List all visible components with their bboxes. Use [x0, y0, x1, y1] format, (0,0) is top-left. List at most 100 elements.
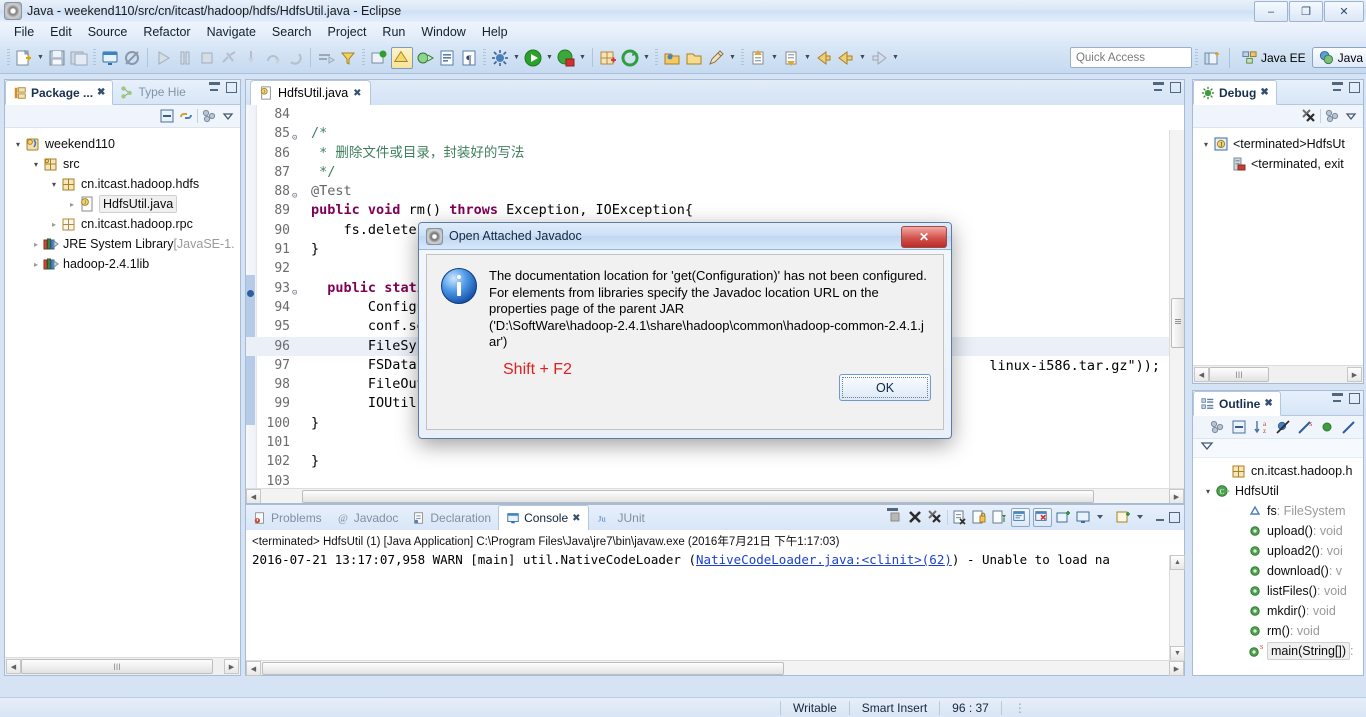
open-folder-icon[interactable]	[684, 48, 704, 68]
external-tools-dropdown-icon[interactable]: ▼	[577, 48, 588, 68]
collapse-arrow-icon[interactable]	[1199, 140, 1213, 149]
console-toggle-icon[interactable]	[100, 48, 120, 68]
forward-back-icon[interactable]	[836, 48, 856, 68]
tree-item[interactable]: fs : FileSystem	[1193, 501, 1363, 521]
package-explorer-tree[interactable]: weekend110 srccn.itcast.hadoop.hdfs J HdfsU…	[5, 128, 240, 274]
editor-vertical-scrollbar[interactable]	[1169, 130, 1184, 489]
editor-horizontal-scrollbar[interactable]: ◀ ▶	[246, 488, 1184, 503]
menu-navigate[interactable]: Navigate	[199, 23, 264, 41]
back-dropdown-icon[interactable]: ▼	[857, 48, 868, 68]
console-dropdown-2-icon[interactable]	[1135, 509, 1152, 526]
maximize-debug-icon[interactable]	[1349, 82, 1360, 93]
code-line[interactable]: 89 public void rm() throws Exception, IOE…	[246, 201, 1170, 220]
open-type-icon[interactable]	[415, 48, 435, 68]
previous-annotation-icon[interactable]	[748, 48, 768, 68]
tab-type-hierarchy[interactable]: Type Hie	[113, 81, 192, 104]
new-wizard-icon[interactable]	[14, 48, 34, 68]
forward-dropdown-icon[interactable]: ▼	[890, 48, 901, 68]
debug-tree[interactable]: J <terminated>HdfsUt <terminated, exit	[1193, 128, 1363, 174]
collapse-all-icon[interactable]	[159, 108, 175, 124]
pin-console-icon[interactable]	[991, 509, 1008, 526]
package-explorer-hscrollbar[interactable]: ◀ III ▶	[5, 657, 240, 675]
menu-refactor[interactable]: Refactor	[135, 23, 198, 41]
outline-tree[interactable]: cn.itcast.hadoop.h C HdfsUtil fs : FileSyst…	[1193, 458, 1363, 661]
open-task-icon[interactable]	[437, 48, 457, 68]
menu-file[interactable]: File	[6, 23, 42, 41]
console-dropdown-1-icon[interactable]	[1095, 509, 1112, 526]
search-icon[interactable]	[338, 48, 358, 68]
edit-pencil-icon[interactable]	[706, 48, 726, 68]
scroll-right-icon[interactable]: ▶	[224, 659, 239, 674]
run-icon[interactable]	[523, 48, 543, 68]
expand-arrow-icon[interactable]	[47, 220, 61, 229]
menu-source[interactable]: Source	[80, 23, 136, 41]
new-console-view-icon[interactable]	[1115, 509, 1132, 526]
console-tab-junit[interactable]: Ju JUnit	[589, 506, 652, 530]
maximize-outline-icon[interactable]	[1349, 393, 1360, 404]
toggle-mark-occurrences-icon[interactable]	[316, 48, 336, 68]
save-all-icon[interactable]	[69, 48, 89, 68]
tree-item[interactable]: <terminated, exit	[1193, 154, 1363, 174]
display-selected-console-icon[interactable]	[1075, 509, 1092, 526]
expand-arrow-icon[interactable]	[29, 260, 43, 269]
console-vertical-scrollbar[interactable]: ▲ ▼	[1169, 555, 1185, 661]
editor-scroll-left-icon[interactable]: ◀	[246, 489, 261, 503]
remove-all-terminated-icon[interactable]	[1301, 108, 1317, 124]
menu-help[interactable]: Help	[474, 23, 516, 41]
fold-toggle-icon[interactable]: ⊝	[292, 284, 301, 298]
toolbar-grip-6[interactable]	[741, 48, 744, 67]
minimize-console-icon[interactable]	[1155, 512, 1166, 523]
collapse-all-outline-icon[interactable]	[1231, 419, 1247, 435]
run-external-tools-icon[interactable]	[556, 48, 576, 68]
tab-package-explorer[interactable]: Package ... ✖	[5, 80, 114, 105]
maximize-editor-icon[interactable]	[1170, 82, 1181, 93]
code-line[interactable]: 85 ⊝ /*	[246, 124, 1170, 143]
expand-arrow-icon[interactable]	[65, 200, 79, 209]
tab-outline[interactable]: Outline ✖	[1193, 391, 1281, 416]
tree-item[interactable]: C HdfsUtil	[1193, 481, 1363, 501]
view-menu-filter-icon[interactable]	[201, 108, 217, 124]
sort-alphabetically-icon[interactable]: az	[1253, 419, 1269, 435]
perspective-grip[interactable]	[1194, 48, 1198, 67]
collapse-arrow-icon[interactable]	[11, 140, 25, 149]
console-tab-declaration[interactable]: Declaration	[405, 506, 498, 530]
code-line[interactable]: 102}	[246, 452, 1170, 471]
dialog-close-button[interactable]: ✕	[901, 226, 947, 248]
outline-filter-icon[interactable]	[1209, 419, 1225, 435]
tree-item[interactable]: src	[5, 154, 240, 174]
new-wizard-dropdown-icon[interactable]: ▼	[35, 48, 46, 68]
code-line[interactable]: 86 * 删除文件或目录，封装好的写法	[246, 144, 1170, 163]
open-resource-icon[interactable]	[662, 48, 682, 68]
debug-hscroll-thumb[interactable]: III	[1209, 367, 1269, 382]
tree-item[interactable]: cn.itcast.hadoop.h	[1193, 461, 1363, 481]
ok-button[interactable]: OK	[839, 374, 931, 401]
editor-tab-close-icon[interactable]: ✖	[353, 88, 361, 99]
collapse-arrow-icon[interactable]	[1201, 487, 1215, 496]
tree-item[interactable]: rm() : void	[1193, 621, 1363, 641]
console-tab-close-icon[interactable]: ✖	[572, 513, 580, 524]
tree-item[interactable]: JRE System Library [JavaSE-1.	[5, 234, 240, 254]
debug-scroll-left-icon[interactable]: ◀	[1194, 367, 1209, 382]
tree-item[interactable]: mkdir() : void	[1193, 601, 1363, 621]
code-line[interactable]: 84	[246, 105, 1170, 124]
fold-toggle-icon[interactable]: ⊝	[292, 129, 301, 143]
code-line[interactable]: 88 ⊝ @Test	[246, 182, 1170, 201]
collapse-arrow-icon[interactable]	[29, 160, 43, 169]
console-scroll-up-icon[interactable]: ▲	[1170, 555, 1185, 570]
maximize-console-icon[interactable]	[1169, 512, 1180, 523]
tree-item[interactable]: weekend110	[5, 134, 240, 154]
perspective-java-ee[interactable]: Java EE	[1236, 48, 1312, 67]
pilcrow-icon[interactable]: ¶	[459, 48, 479, 68]
console-stacktrace-link[interactable]: NativeCodeLoader.java:<clinit>(62)	[696, 552, 952, 567]
toggle-breadcrumb-icon[interactable]	[369, 48, 389, 68]
remove-launch-icon[interactable]	[907, 509, 924, 526]
toggle-mark-icon[interactable]	[391, 46, 413, 69]
close-button[interactable]: ✕	[1324, 1, 1364, 22]
editor-vscroll-thumb[interactable]	[1171, 298, 1184, 348]
debug-run-icon[interactable]	[490, 48, 510, 68]
toolbar-grip-2[interactable]	[93, 48, 96, 67]
hide-nonpublic-icon[interactable]	[1319, 419, 1335, 435]
expand-arrow-icon[interactable]	[29, 240, 43, 249]
tree-item[interactable]: upload() : void	[1193, 521, 1363, 541]
debug-scroll-right-icon[interactable]: ▶	[1347, 367, 1362, 382]
